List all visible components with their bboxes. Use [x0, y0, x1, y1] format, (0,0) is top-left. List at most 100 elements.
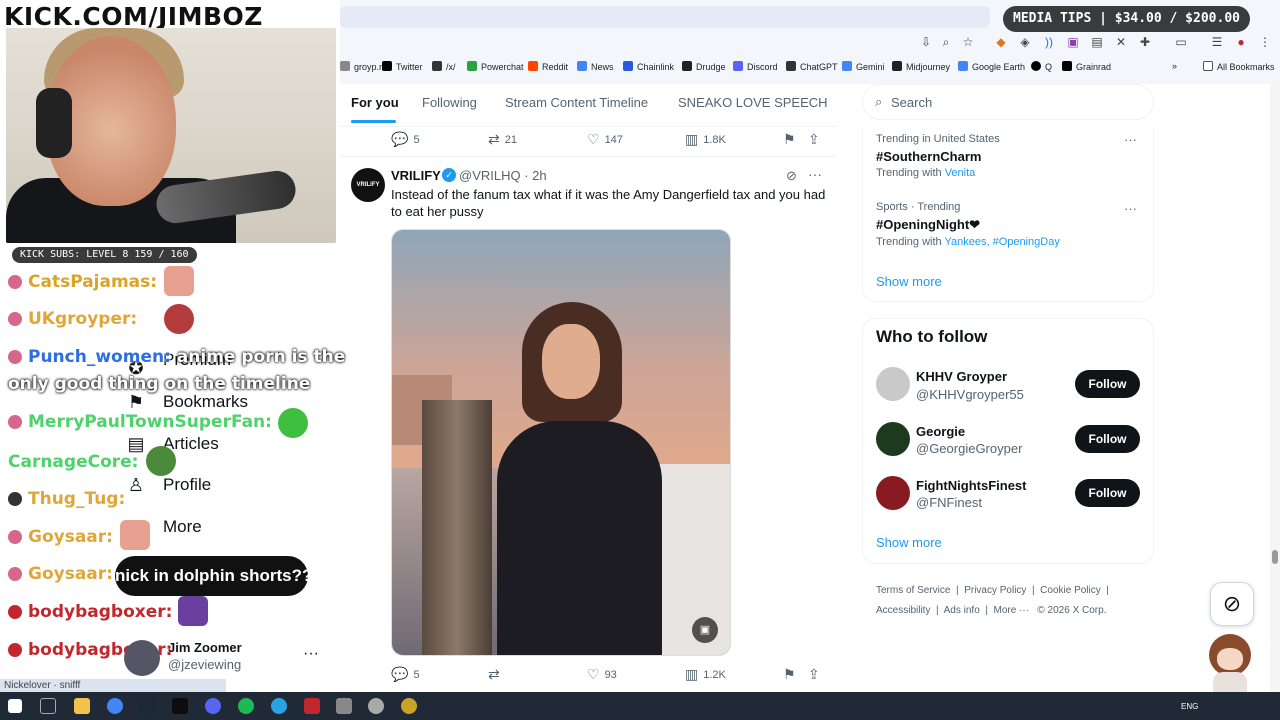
bookmark-gemini[interactable]: Gemini — [842, 61, 885, 72]
bookmark-button[interactable]: ⚑ — [783, 131, 796, 148]
cookie-link[interactable]: Cookie Policy — [1040, 585, 1101, 596]
downloads-icon[interactable]: ☰ — [1209, 35, 1225, 49]
follow-show-more[interactable]: Show more — [876, 535, 942, 550]
sidepanel-icon[interactable]: ▭ — [1173, 35, 1189, 49]
like-button[interactable]: ♡ 147 — [587, 131, 623, 148]
trends-show-more[interactable]: Show more — [876, 274, 942, 289]
bookmark-x-board[interactable]: /x/ — [432, 61, 456, 72]
bookmark-news[interactable]: News — [577, 61, 614, 72]
start-icon[interactable] — [8, 699, 22, 713]
share-button[interactable]: ⇪ — [808, 666, 820, 683]
tab-sneako-love-speech[interactable]: SNEAKO LOVE SPEECH — [678, 95, 828, 110]
tab-for-you[interactable]: For you — [351, 95, 399, 110]
bookmark-powerchat[interactable]: Powerchat — [467, 61, 524, 72]
trend-name[interactable]: #SouthernCharm — [876, 149, 981, 164]
scrollbar[interactable] — [1270, 84, 1280, 692]
tab-following[interactable]: Following — [422, 95, 477, 110]
discord-icon[interactable] — [205, 698, 221, 714]
star-icon[interactable]: ☆ — [960, 35, 976, 49]
follow-button[interactable]: Follow — [1075, 479, 1140, 507]
metamask-icon[interactable]: ◆ — [993, 35, 1009, 49]
steam-icon[interactable] — [139, 698, 155, 714]
x-icon[interactable]: ✕ — [1113, 35, 1129, 49]
profile-avatar-icon[interactable]: ● — [1233, 35, 1249, 49]
spotify-icon[interactable] — [238, 698, 254, 714]
terms-link[interactable]: Terms of Service — [876, 585, 950, 596]
post-handle-time[interactable]: @VRILHQ · 2h — [459, 168, 547, 183]
bookmark-midjourney[interactable]: Midjourney — [892, 61, 950, 72]
extension-icon[interactable]: ▣ — [1065, 35, 1081, 49]
follow-suggestion-name[interactable]: FightNightsFinest — [916, 478, 1027, 493]
app-icon[interactable] — [368, 698, 384, 714]
kebab-menu-icon[interactable]: ⋮ — [1257, 35, 1273, 49]
file-explorer-icon[interactable] — [74, 698, 90, 714]
reply-button[interactable]: 💬 5 — [391, 131, 420, 148]
follow-button[interactable]: Follow — [1075, 425, 1140, 453]
post-author[interactable]: VRILIFY — [391, 168, 441, 183]
account-more-icon[interactable]: ··· — [303, 645, 319, 663]
bookmark-reddit[interactable]: Reddit — [528, 61, 568, 72]
ads-info-link[interactable]: Ads info — [944, 605, 980, 616]
bookmark-twitter[interactable]: Twitter — [382, 61, 423, 72]
accessibility-link[interactable]: Accessibility — [876, 605, 930, 616]
share-button[interactable]: ⇪ — [808, 131, 820, 148]
sheet-icon[interactable]: ▤ — [1089, 35, 1105, 49]
app-icon[interactable] — [336, 698, 352, 714]
post-avatar[interactable]: VRILIFY — [351, 168, 385, 202]
avatar[interactable] — [124, 640, 160, 676]
more-link[interactable]: More ··· — [994, 605, 1030, 616]
repost-button[interactable]: ⇄ 21 — [488, 131, 517, 148]
install-icon[interactable]: ⇩ — [918, 35, 934, 49]
views-button[interactable]: ▥ 1.2K — [685, 666, 726, 683]
follow-button[interactable]: Follow — [1075, 370, 1140, 398]
avatar[interactable] — [876, 476, 910, 510]
tab-stream-content-timeline[interactable]: Stream Content Timeline — [505, 95, 648, 110]
grok-button[interactable]: ⊘ — [1210, 582, 1254, 626]
bookmark-chainlink[interactable]: Chainlink — [623, 61, 674, 72]
feed-tabs: For you Following Stream Content Timelin… — [340, 85, 836, 127]
views-button[interactable]: ▥ 1.8K — [685, 131, 726, 148]
chat-message: only good thing on the timeline — [8, 374, 311, 394]
bookmark-discord[interactable]: Discord — [733, 61, 778, 72]
grok-icon[interactable]: ⊘ — [786, 168, 797, 184]
app-icon[interactable] — [401, 698, 417, 714]
bookmark-drudge[interactable]: Drudge — [682, 61, 726, 72]
repost-button[interactable]: ⇄ — [488, 666, 500, 683]
badge-icon — [8, 275, 22, 289]
follow-suggestion-name[interactable]: Georgie — [916, 424, 965, 439]
avatar[interactable] — [876, 367, 910, 401]
trend-name[interactable]: #OpeningNight❤ — [876, 217, 980, 233]
reply-button[interactable]: 💬 5 — [391, 666, 420, 683]
task-view-icon[interactable] — [40, 698, 56, 714]
bookmark-button[interactable]: ⚑ — [783, 666, 796, 683]
follow-suggestion-name[interactable]: KHHV Groyper — [916, 369, 1007, 384]
avatar[interactable] — [876, 422, 910, 456]
search-input[interactable]: ⌕ Search — [862, 84, 1154, 120]
language-indicator[interactable]: ENG — [1181, 702, 1198, 711]
bookmark-google-earth[interactable]: Google Earth — [958, 61, 1025, 72]
post-image[interactable]: ▣ — [391, 229, 731, 656]
chrome-icon[interactable] — [107, 698, 123, 714]
audio-icon[interactable]: )) — [1041, 35, 1057, 49]
bookmark-grainrad[interactable]: Grainrad — [1062, 61, 1111, 72]
zoom-icon[interactable]: ⌕ — [938, 35, 954, 50]
bookmark-chatgpt[interactable]: ChatGPT — [786, 61, 838, 72]
privacy-link[interactable]: Privacy Policy — [964, 585, 1026, 596]
telegram-icon[interactable] — [271, 698, 287, 714]
bookmark-q[interactable]: Q — [1031, 61, 1052, 72]
reply-icon: 💬 — [391, 666, 409, 682]
bookmarks-overflow-icon[interactable]: » — [1172, 61, 1177, 71]
app-icon[interactable] — [304, 698, 320, 714]
bookmark-all-bookmarks[interactable]: All Bookmarks — [1203, 61, 1275, 72]
puzzle-icon[interactable]: ✚ — [1137, 35, 1153, 49]
emote-icon — [164, 266, 194, 296]
scrollbar-thumb[interactable] — [1272, 550, 1278, 564]
trend-more-icon[interactable]: ··· — [1124, 132, 1137, 147]
more-options-icon[interactable]: ··· — [808, 166, 822, 182]
account-name[interactable]: Jim Zoomer — [168, 640, 242, 655]
image-description-icon[interactable]: ▣ — [692, 617, 718, 643]
terminal-icon[interactable] — [172, 698, 188, 714]
shield-icon[interactable]: ◈ — [1017, 35, 1033, 49]
like-button[interactable]: ♡ 93 — [587, 666, 617, 683]
trend-more-icon[interactable]: ··· — [1124, 201, 1137, 216]
